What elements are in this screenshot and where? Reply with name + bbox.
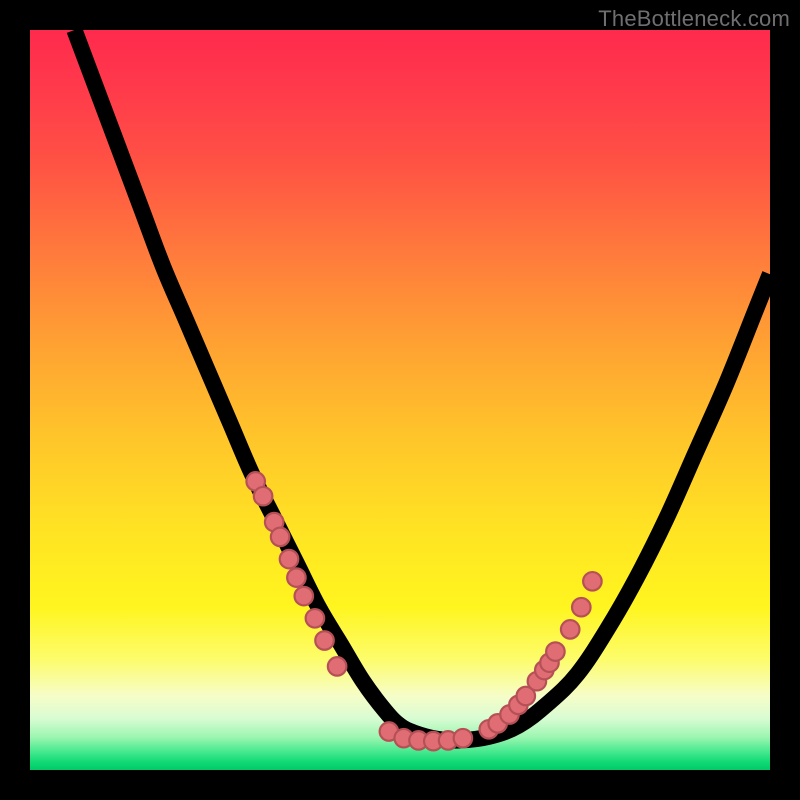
data-marker: [315, 631, 334, 650]
data-marker: [546, 642, 565, 661]
data-marker: [271, 528, 290, 547]
data-marker: [454, 729, 473, 748]
data-marker: [583, 572, 602, 591]
data-marker: [295, 587, 314, 606]
data-marker: [306, 609, 325, 628]
plot-area: [30, 30, 770, 770]
data-marker: [328, 657, 347, 676]
watermark-text: TheBottleneck.com: [598, 6, 790, 32]
data-marker: [572, 598, 591, 617]
chart-svg: [30, 30, 770, 770]
data-marker: [561, 620, 580, 639]
chart-frame: TheBottleneck.com: [0, 0, 800, 800]
data-marker: [280, 550, 299, 569]
data-marker: [254, 487, 273, 506]
data-marker: [287, 568, 306, 587]
curve-line: [74, 30, 770, 741]
